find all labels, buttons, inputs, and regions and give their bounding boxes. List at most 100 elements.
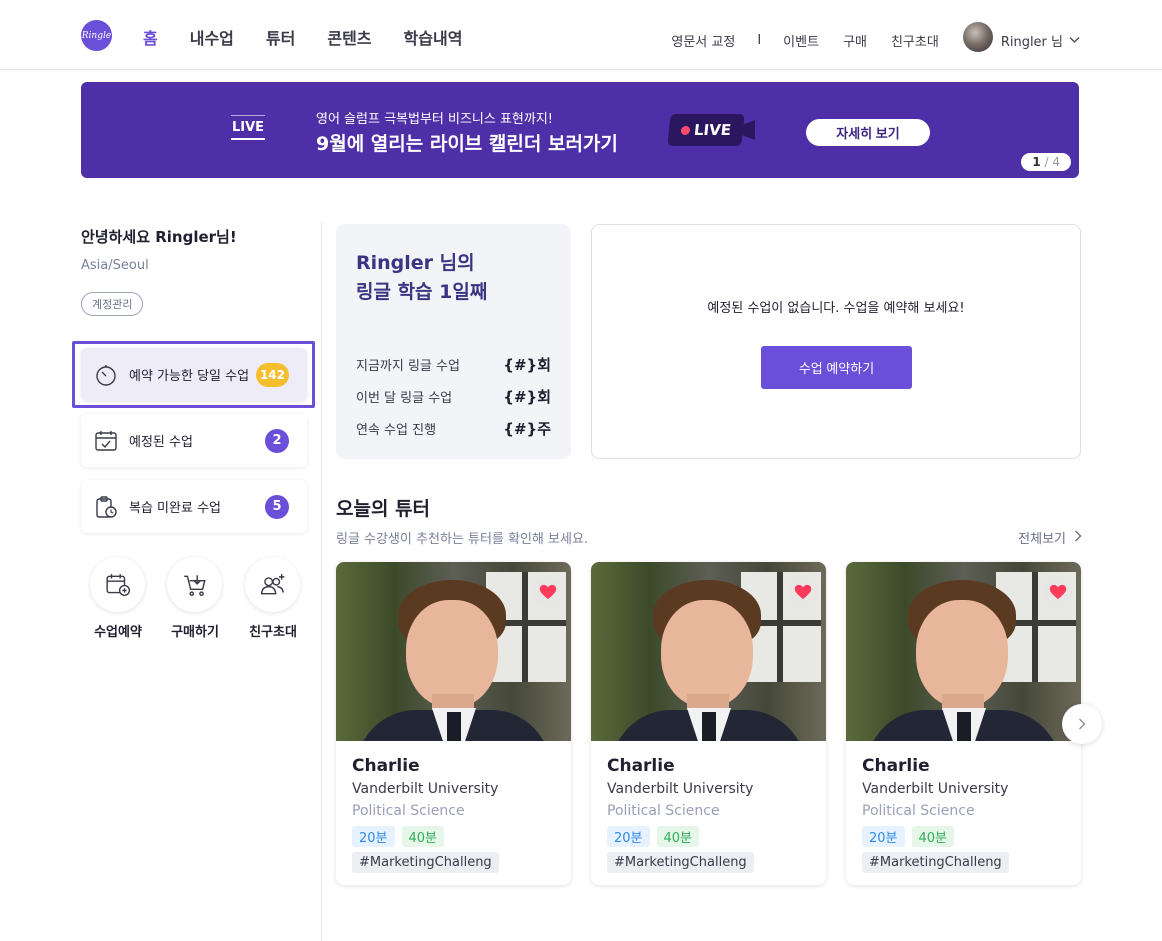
banner-title: 9월에 열리는 라이브 캘린더 보러가기	[316, 133, 618, 155]
chevron-right-icon	[1079, 718, 1086, 730]
upcoming-lesson-card: 예정된 수업이 없습니다. 수업을 예약해 보세요! 수업 예약하기	[591, 224, 1081, 459]
tutor-name: Charlie	[607, 756, 675, 776]
duration-tag-40: 40분	[401, 826, 445, 847]
clipboard-clock-icon	[96, 495, 117, 518]
menu-today-lessons[interactable]: 예약 가능한 당일 수업 142	[81, 348, 307, 401]
quick-label: 친구초대	[249, 625, 297, 640]
live-camera-icon: LIVE	[667, 110, 757, 152]
tutor-card[interactable]: Charlie Vanderbilt University Political …	[336, 562, 571, 885]
menu-review-incomplete[interactable]: 복습 미완료 수업 5	[81, 480, 307, 533]
tutor-hashtag: #MarketingChalleng	[862, 852, 1009, 873]
banner-subtitle: 영어 슬럼프 극복법부터 비즈니스 표현까지!	[316, 112, 554, 127]
stats-label: 지금까지 링글 수업	[356, 359, 460, 374]
stats-row: 지금까지 링글 수업 {#}회	[356, 354, 551, 375]
stats-value: {#}회	[503, 388, 551, 406]
tutor-hashtag: #MarketingChalleng	[352, 852, 499, 873]
nav-invite-friends[interactable]: 친구초대	[891, 31, 939, 50]
tutor-hashtag: #MarketingChalleng	[607, 852, 754, 873]
stats-title-line1: Ringler 님의	[356, 252, 475, 274]
quick-icon-circle[interactable]	[167, 557, 222, 612]
section-subtitle: 링글 수강생이 추천하는 튜터를 확인해 보세요.	[336, 532, 589, 547]
stats-label: 연속 수업 진행	[356, 423, 437, 438]
nav-contents[interactable]: 콘텐츠	[327, 25, 371, 49]
pager-total: / 4	[1044, 155, 1061, 169]
calendar-check-icon	[95, 430, 117, 451]
count-badge: 142	[255, 362, 289, 387]
chevron-right-icon	[1074, 530, 1082, 546]
nav-separator: I	[757, 32, 762, 48]
account-settings-button[interactable]: 계정관리	[81, 292, 144, 316]
see-all-link[interactable]: 전체보기	[1018, 528, 1082, 547]
nav-tutors[interactable]: 튜터	[266, 25, 295, 49]
user-name[interactable]: Ringler 님	[1001, 31, 1063, 50]
menu-label: 예정된 수업	[129, 435, 193, 450]
duration-tag-40: 40분	[656, 826, 700, 847]
quick-icon-circle[interactable]	[245, 557, 300, 612]
tutor-major: Political Science	[607, 803, 720, 819]
tutor-major: Political Science	[352, 803, 465, 819]
learning-stats-card: Ringler 님의 링글 학습 1일째 지금까지 링글 수업 {#}회 이번 …	[336, 224, 571, 459]
tutor-duration-tags: 20분 40분	[352, 826, 445, 847]
tutor-major: Political Science	[862, 803, 975, 819]
nav-home[interactable]: 홈	[143, 25, 158, 49]
duration-tag-20: 20분	[352, 826, 395, 847]
tutor-duration-tags: 20분 40분	[607, 826, 700, 847]
menu-label: 예약 가능한 당일 수업	[129, 369, 250, 384]
nav-my-lessons[interactable]: 내수업	[190, 25, 234, 49]
tutor-card[interactable]: Charlie Vanderbilt University Political …	[591, 562, 826, 885]
nav-purchase[interactable]: 구매	[843, 31, 867, 50]
count-badge: 2	[265, 428, 289, 453]
timer-icon	[96, 364, 116, 386]
tutor-duration-tags: 20분 40분	[862, 826, 955, 847]
nav-history[interactable]: 학습내역	[404, 25, 463, 49]
quick-icon-circle[interactable]	[90, 557, 145, 612]
banner-detail-button[interactable]: 자세히 보기	[806, 119, 930, 146]
heart-icon[interactable]	[533, 577, 563, 607]
chevron-down-icon[interactable]	[1069, 34, 1080, 47]
stats-row: 이번 달 링글 수업 {#}회	[356, 386, 551, 407]
duration-tag-20: 20분	[607, 826, 650, 847]
carousel-next-button[interactable]	[1062, 704, 1102, 744]
live-calendar-banner[interactable]: LIVE 영어 슬럼프 극복법부터 비즈니스 표현까지! 9월에 열리는 라이브…	[81, 82, 1079, 178]
sidebar-divider	[321, 222, 322, 941]
stats-value: {#}회	[503, 356, 551, 374]
quick-invite[interactable]: 친구초대	[245, 557, 301, 640]
nav-document-editing[interactable]: 영문서 교정	[671, 31, 735, 50]
pager-current: 1	[1032, 155, 1041, 169]
tutor-university: Vanderbilt University	[862, 781, 1009, 797]
tutor-university: Vanderbilt University	[607, 781, 754, 797]
no-lesson-message: 예정된 수업이 없습니다. 수업을 예약해 보세요!	[707, 301, 965, 316]
heart-icon[interactable]	[788, 577, 818, 607]
stats-label: 이번 달 링글 수업	[356, 391, 453, 406]
invite-friends-icon	[260, 573, 284, 594]
stats-value: {#}주	[503, 420, 551, 438]
tutor-card[interactable]: Charlie Vanderbilt University Political …	[846, 562, 1081, 885]
greeting: 안녕하세요 Ringler님!	[81, 228, 237, 246]
user-avatar[interactable]	[962, 22, 993, 52]
timezone: Asia/Seoul	[81, 258, 149, 273]
count-badge: 5	[265, 494, 289, 519]
live-tag: LIVE	[231, 115, 266, 140]
book-lesson-button[interactable]: 수업 예약하기	[761, 346, 912, 389]
nav-events[interactable]: 이벤트	[783, 31, 819, 50]
tutor-university: Vanderbilt University	[352, 781, 499, 797]
ringle-logo[interactable]: Ringle	[81, 20, 112, 51]
quick-purchase[interactable]: 구매하기	[167, 557, 223, 640]
banner-pager: 1 / 4	[1021, 153, 1071, 171]
top-navigation-bar: Ringle 홈 내수업 튜터 콘텐츠 학습내역 영문서 교정 I 이벤트 구매…	[0, 0, 1162, 70]
quick-label: 수업예약	[94, 625, 142, 640]
menu-scheduled-lessons[interactable]: 예정된 수업 2	[81, 414, 307, 467]
tutor-name: Charlie	[862, 756, 930, 776]
main-nav: 홈 내수업 튜터 콘텐츠 학습내역	[143, 25, 494, 49]
menu-label: 복습 미완료 수업	[129, 501, 221, 516]
heart-icon[interactable]	[1043, 577, 1073, 607]
duration-tag-40: 40분	[911, 826, 955, 847]
duration-tag-20: 20분	[862, 826, 905, 847]
tutor-name: Charlie	[352, 756, 420, 776]
quick-book-lesson[interactable]: 수업예약	[90, 557, 146, 640]
camera-live-label: LIVE	[693, 121, 732, 139]
stats-row: 연속 수업 진행 {#}주	[356, 418, 551, 439]
stats-title-line2: 링글 학습 1일째	[356, 281, 488, 303]
section-title: 오늘의 튜터	[336, 498, 431, 520]
cart-icon	[183, 574, 206, 596]
